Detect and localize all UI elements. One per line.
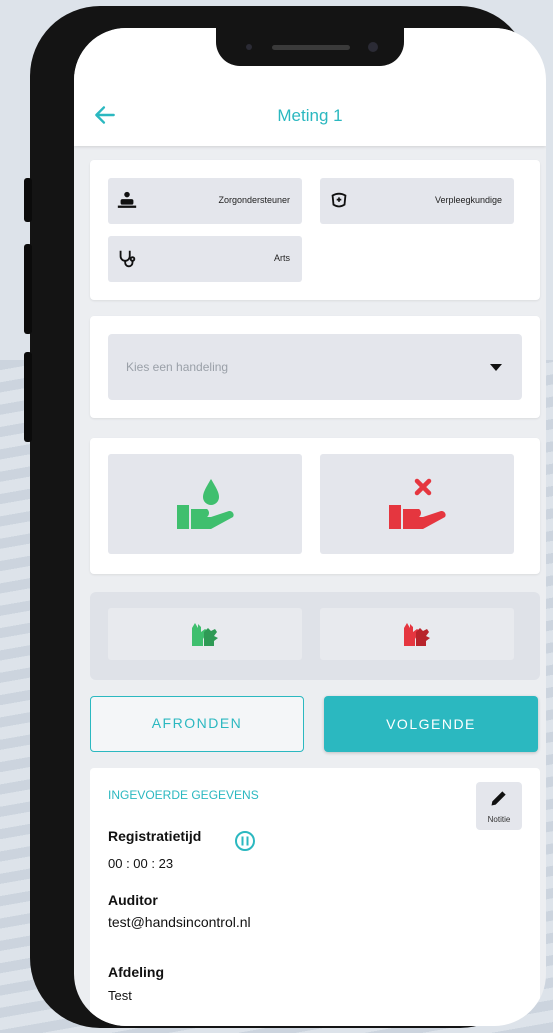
phone-notch — [216, 28, 404, 66]
gloves-no-button[interactable] — [320, 608, 514, 660]
role-label: Arts — [273, 253, 290, 263]
pencil-icon — [491, 791, 506, 806]
auditor-value: test@handsincontrol.nl — [108, 914, 251, 930]
role-zorgondersteuner[interactable]: Zorgondersteuner — [108, 178, 302, 224]
auditor-label: Auditor — [108, 892, 158, 908]
action-select[interactable]: Kies een handeling — [108, 334, 522, 400]
volume-up-button — [24, 244, 32, 334]
pause-icon[interactable] — [234, 830, 256, 852]
role-card: Zorgondersteuner Verpleegkundige Arts — [90, 160, 540, 300]
role-verpleegkundige[interactable]: Verpleegkundige — [320, 178, 514, 224]
gloves-no-icon — [404, 623, 430, 646]
hand-hygiene-no-button[interactable] — [320, 454, 514, 554]
caregiver-icon — [117, 191, 137, 208]
registration-time-label: Registratietijd — [108, 828, 202, 844]
hand-hygiene-yes-button[interactable] — [108, 454, 302, 554]
gloves-card — [90, 592, 540, 680]
hand-hygiene-card — [90, 438, 540, 574]
next-button[interactable]: VOLGENDE — [324, 696, 538, 752]
role-arts[interactable]: Arts — [108, 236, 302, 282]
speaker-grille — [272, 45, 350, 50]
nurse-cap-icon — [331, 192, 347, 208]
app-screen: Meting 1 Zorgondersteuner Verpleegkundig… — [74, 28, 546, 1026]
entered-data-heading: INGEVOERDE GEGEVENS — [108, 788, 259, 802]
role-label: Zorgondersteuner — [218, 195, 290, 205]
department-value: Test — [108, 988, 132, 1003]
gloves-yes-button[interactable] — [108, 608, 302, 660]
department-label: Afdeling — [108, 964, 164, 980]
stethoscope-icon — [119, 250, 136, 268]
note-button[interactable]: Notitie — [476, 782, 522, 830]
gloves-yes-icon — [192, 623, 218, 646]
front-camera — [368, 42, 378, 52]
phone-frame: Meting 1 Zorgondersteuner Verpleegkundig… — [24, 6, 546, 1028]
role-label: Verpleegkundige — [434, 195, 502, 205]
note-label: Notitie — [487, 815, 511, 824]
sensor-dot — [246, 44, 252, 50]
hand-wash-no-icon — [389, 478, 446, 529]
registration-time-value: 00 : 00 : 23 — [108, 856, 174, 871]
page-title: Meting 1 — [277, 106, 343, 125]
finish-button[interactable]: AFRONDEN — [90, 696, 304, 752]
entered-data-card: INGEVOERDE GEGEVENS Notitie Registratiet… — [90, 768, 540, 1026]
dropdown-caret-icon — [490, 364, 502, 371]
hand-wash-yes-icon — [177, 479, 234, 529]
mute-switch — [24, 178, 32, 222]
volume-down-button — [24, 352, 32, 442]
select-placeholder: Kies een handeling — [126, 360, 229, 374]
